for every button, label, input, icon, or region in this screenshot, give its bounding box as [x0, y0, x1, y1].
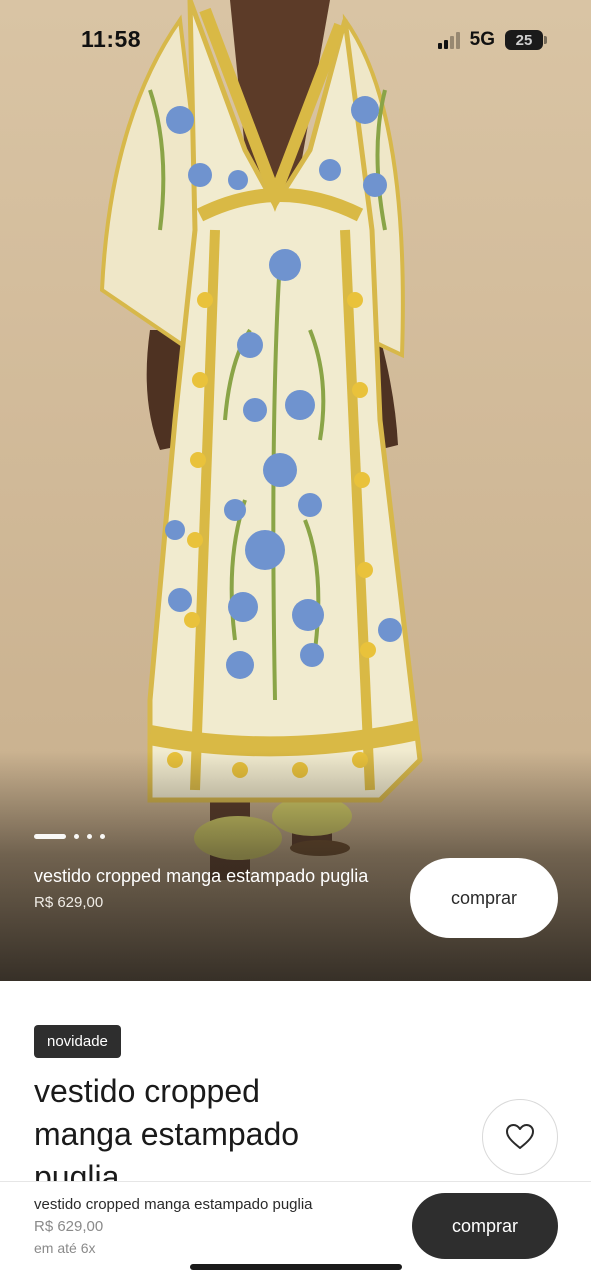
- carousel-dot[interactable]: [100, 834, 105, 839]
- hero-buy-button[interactable]: comprar: [410, 858, 558, 938]
- hero-product-title: vestido cropped manga estampado puglia: [34, 866, 369, 886]
- status-time: 11:58: [81, 26, 142, 52]
- carousel-dot[interactable]: [87, 834, 92, 839]
- product-image-gallery[interactable]: 11:58 5G 25 vestido cropped manga estamp…: [0, 0, 591, 981]
- product-title: vestido cropped manga estampado puglia: [34, 1073, 300, 1195]
- sticky-purchase-bar: vestido cropped manga estampado puglia R…: [0, 1181, 591, 1280]
- carousel-indicators[interactable]: [34, 834, 105, 839]
- bottom-installments: em até 6x: [34, 1240, 96, 1256]
- heart-icon: [506, 1124, 534, 1149]
- signal-icon: [437, 31, 460, 49]
- bottom-product-price: R$ 629,00: [34, 1218, 104, 1235]
- carousel-dot[interactable]: [74, 834, 79, 839]
- bottom-buy-button[interactable]: comprar: [412, 1193, 558, 1259]
- network-type: 5G: [469, 29, 495, 50]
- status-bar: 11:58 5G 25: [0, 0, 591, 80]
- battery-level: 25: [515, 31, 533, 49]
- bottom-product-title: vestido cropped manga estampado puglia: [34, 1196, 313, 1213]
- status-indicators: 5G 25: [437, 29, 547, 51]
- carousel-dot-active[interactable]: [34, 834, 66, 839]
- hero-caption: vestido cropped manga estampado puglia R…: [34, 864, 384, 911]
- hero-product-price: R$ 629,00: [34, 894, 104, 911]
- favorite-button[interactable]: [482, 1099, 558, 1175]
- battery-icon: 25: [505, 30, 547, 50]
- home-indicator[interactable]: [190, 1264, 402, 1270]
- new-badge: novidade: [34, 1025, 121, 1058]
